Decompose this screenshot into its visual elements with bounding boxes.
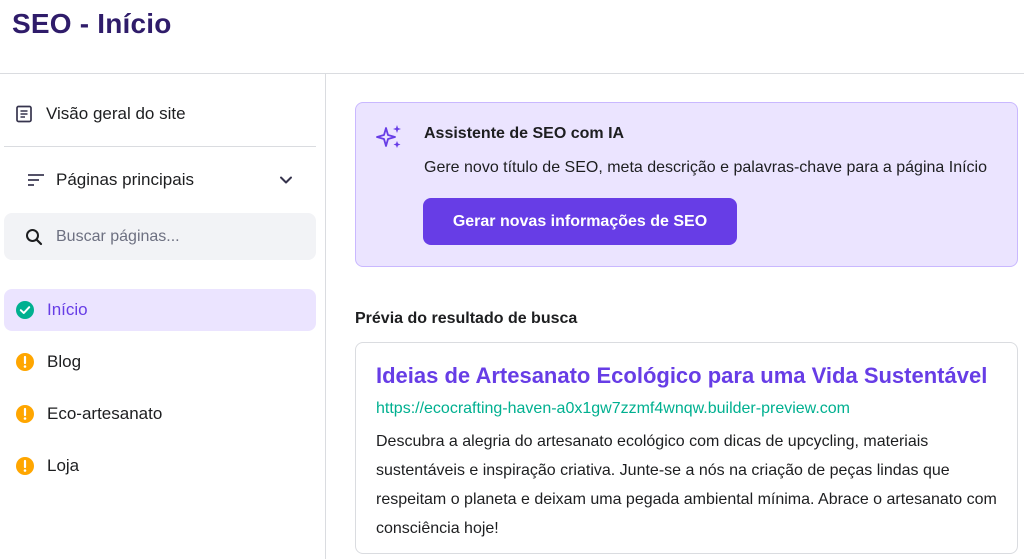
sidebar-item-label: Início <box>47 300 88 319</box>
ai-seo-assistant-card: Assistente de SEO com IA Gere novo títul… <box>355 102 1018 267</box>
preview-title[interactable]: Ideias de Artesanato Ecológico para uma … <box>376 363 987 389</box>
sidebar-item-loja[interactable]: Loja <box>4 445 316 487</box>
preview-url[interactable]: https://ecocrafting-haven-a0x1gw7zzmf4wn… <box>376 400 850 418</box>
document-icon <box>16 105 32 123</box>
sidebar-item-eco-artesanato[interactable]: Eco-artesanato <box>4 393 316 435</box>
page-search[interactable] <box>4 213 316 260</box>
sidebar-item-label: Loja <box>47 456 80 475</box>
sparkle-icon <box>376 125 401 148</box>
warning-circle-icon <box>16 353 34 371</box>
generate-seo-button[interactable]: Gerar novas informações de SEO <box>423 198 737 245</box>
warning-circle-icon <box>16 457 34 475</box>
search-input[interactable] <box>56 227 296 246</box>
chevron-down-icon[interactable] <box>276 170 296 190</box>
ai-assistant-description: Gere novo título de SEO, meta descrição … <box>424 159 987 176</box>
filter-icon <box>28 174 44 186</box>
site-overview-label: Visão geral do site <box>46 104 186 123</box>
sidebar: Visão geral do site Páginas principais I… <box>0 74 326 559</box>
sidebar-item-label: Eco-artesanato <box>47 404 163 423</box>
site-overview-link[interactable]: Visão geral do site <box>14 102 186 126</box>
search-preview-heading: Prévia do resultado de busca <box>355 310 578 327</box>
ai-assistant-title: Assistente de SEO com IA <box>424 125 625 142</box>
page-header: SEO - Início <box>0 0 1024 74</box>
preview-description: Descubra a alegria do artesanato ecológi… <box>376 433 997 537</box>
search-result-preview: Ideias de Artesanato Ecológico para uma … <box>355 342 1018 554</box>
sidebar-item-inicio[interactable]: Início <box>4 289 316 331</box>
sidebar-divider <box>4 146 316 147</box>
main-pages-label: Páginas principais <box>56 170 194 189</box>
main-pages-dropdown[interactable]: Páginas principais <box>26 168 296 192</box>
warning-circle-icon <box>16 405 34 423</box>
sidebar-item-blog[interactable]: Blog <box>4 341 316 383</box>
search-icon <box>26 228 43 245</box>
main-content: Assistente de SEO com IA Gere novo títul… <box>327 74 1024 559</box>
check-circle-icon <box>16 301 34 319</box>
page-title: SEO - Início <box>12 8 172 39</box>
sidebar-item-label: Blog <box>47 352 82 371</box>
